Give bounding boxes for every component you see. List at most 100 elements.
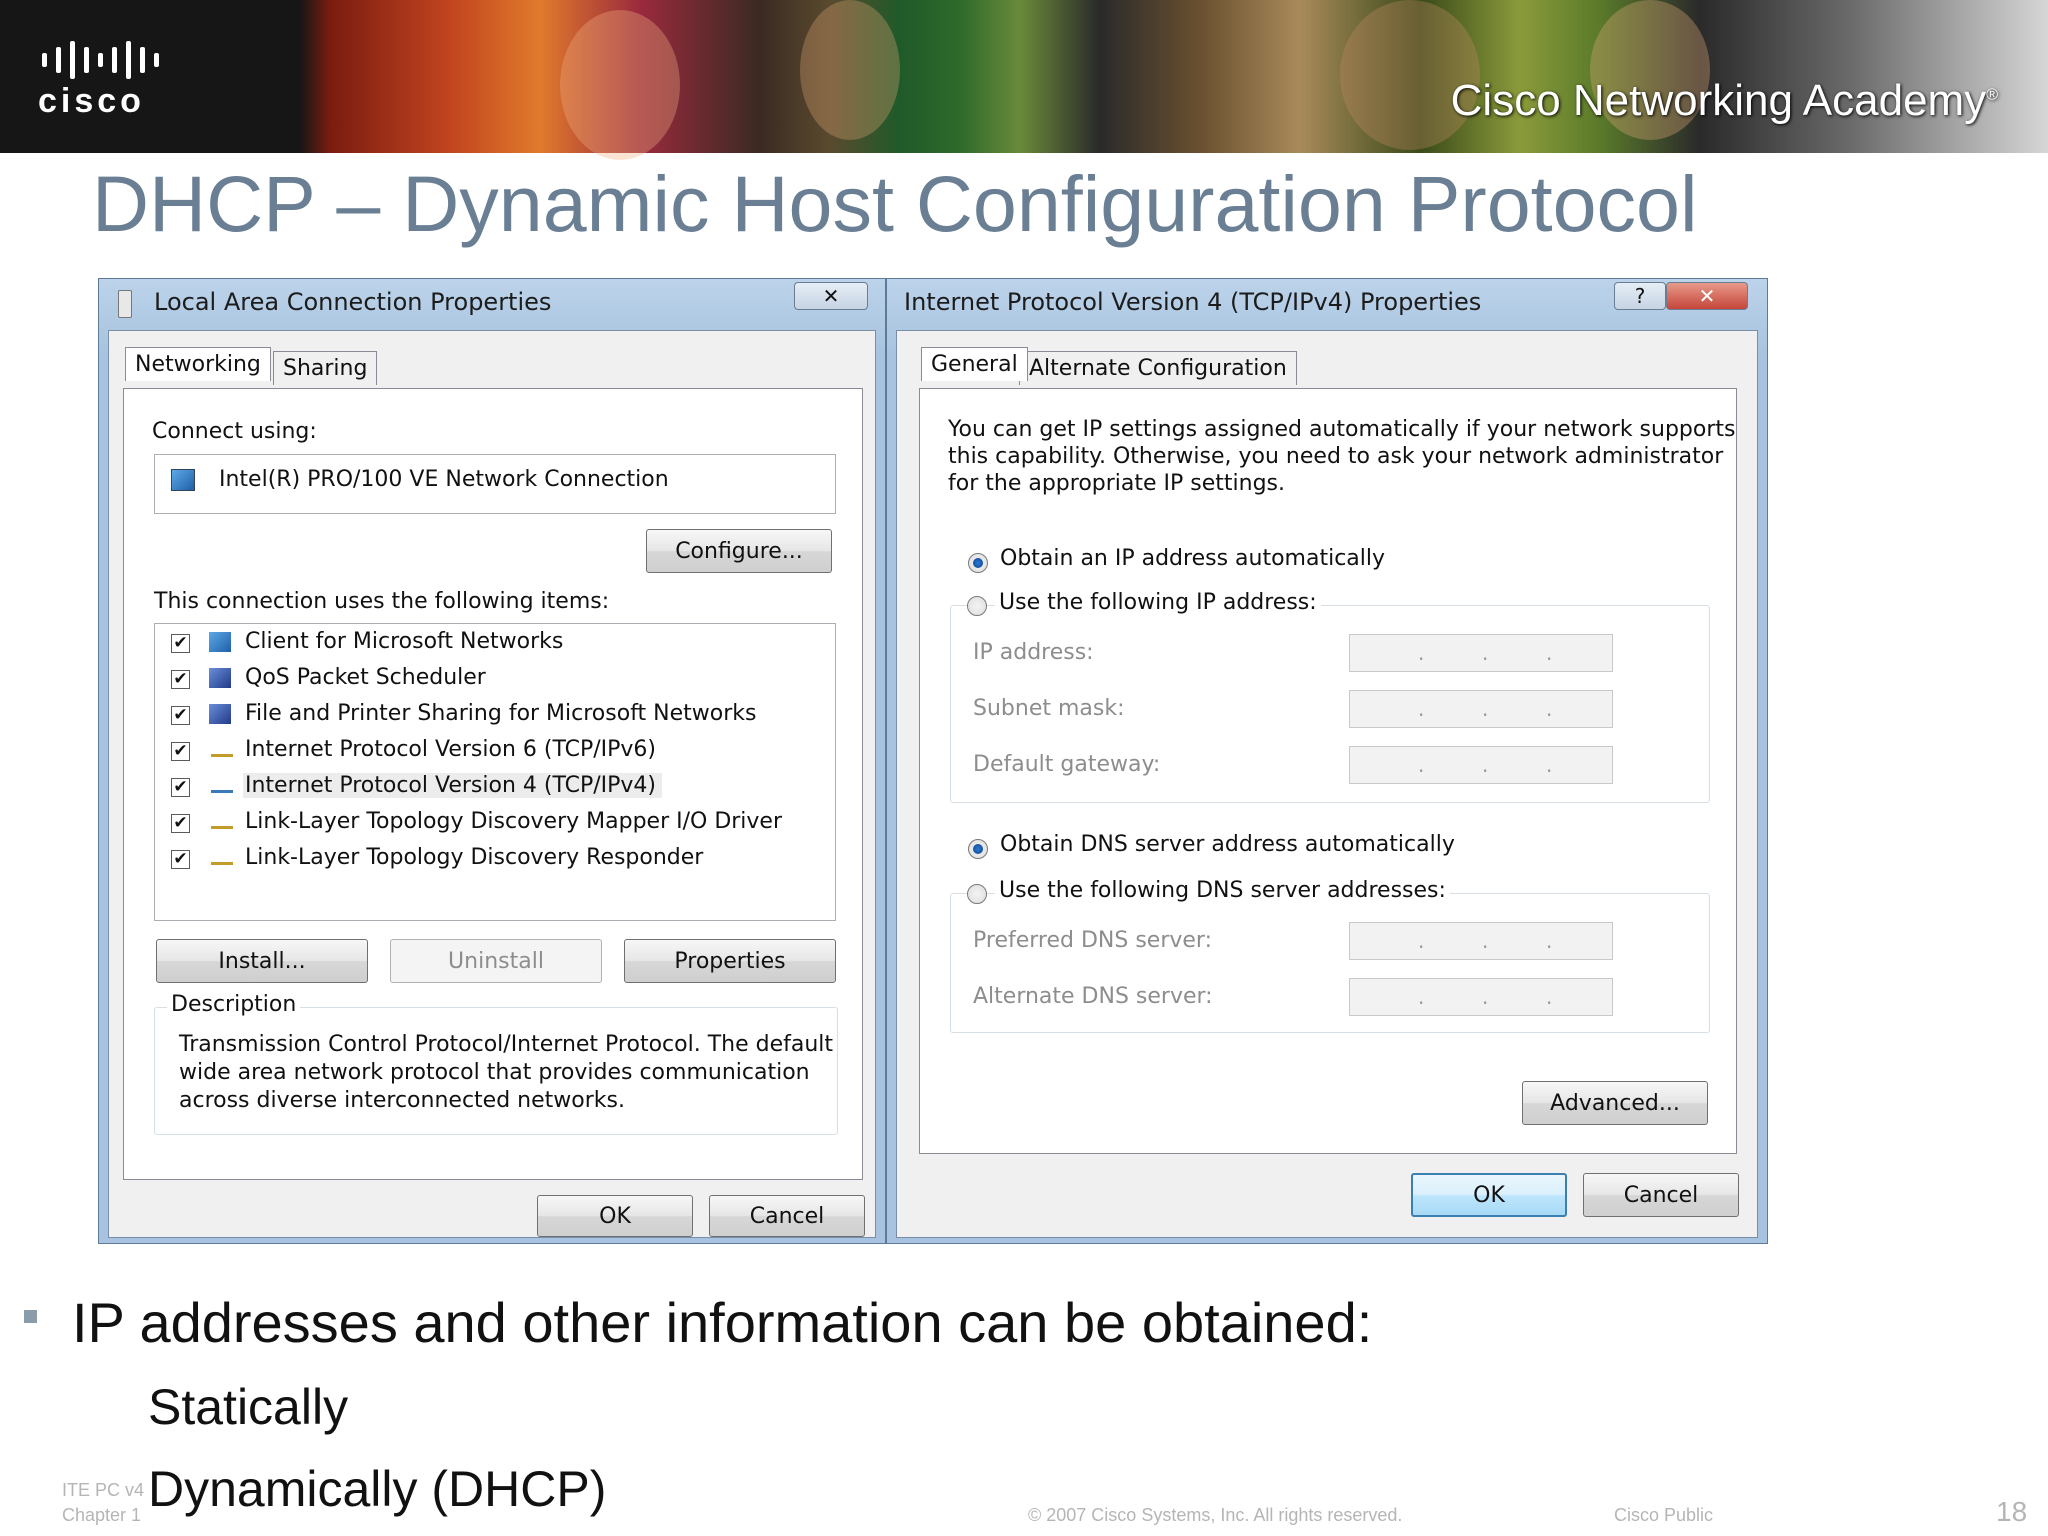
header-banner: cisco Cisco Networking Academy® [0, 0, 2048, 160]
connect-using-label: Connect using: [152, 419, 317, 444]
description-line: Transmission Control Protocol/Internet P… [179, 1032, 834, 1057]
description-label: Description [167, 992, 301, 1017]
obtain-ip-auto-label[interactable]: Obtain an IP address automatically [1000, 546, 1385, 571]
service-icon [209, 668, 231, 688]
item-checkbox[interactable]: ✔ [171, 742, 190, 761]
preferred-dns-label: Preferred DNS server: [973, 928, 1212, 953]
subnet-mask-field[interactable]: ... [1349, 690, 1613, 728]
service-icon [209, 704, 231, 724]
page-number: 18 [1996, 1496, 2028, 1527]
photo-face [560, 10, 680, 160]
uninstall-button[interactable]: Uninstall [390, 939, 602, 983]
list-item[interactable]: QoS Packet Scheduler [245, 665, 486, 690]
obtain-dns-auto-label[interactable]: Obtain DNS server address automatically [1000, 832, 1455, 857]
cancel-button[interactable]: Cancel [709, 1195, 865, 1237]
configure-button[interactable]: Configure... [646, 529, 832, 573]
item-checkbox[interactable]: ✔ [171, 706, 190, 725]
item-checkbox[interactable]: ✔ [171, 670, 190, 689]
ipv4-properties-dialog: Internet Protocol Version 4 (TCP/IPv4) P… [886, 278, 1768, 1244]
footer-copyright: © 2007 Cisco Systems, Inc. All rights re… [1028, 1505, 1403, 1525]
ok-button[interactable]: OK [537, 1195, 693, 1237]
tab-networking[interactable]: Networking [125, 347, 271, 381]
alternate-dns-field[interactable]: ... [1349, 978, 1613, 1016]
list-item[interactable]: Internet Protocol Version 6 (TCP/IPv6) [245, 737, 656, 762]
properties-button[interactable]: Properties [624, 939, 836, 983]
tab-general[interactable]: General [921, 347, 1028, 381]
close-button[interactable]: ✕ [794, 282, 868, 310]
general-panel: You can get IP settings assigned automat… [919, 388, 1737, 1154]
use-following-dns-label[interactable]: Use the following DNS server addresses: [995, 878, 1450, 903]
description-line: across diverse interconnected networks. [179, 1088, 625, 1113]
bullet-square-icon [24, 1310, 37, 1323]
list-item[interactable]: Link-Layer Topology Discovery Mapper I/O… [245, 809, 782, 834]
networking-panel: Connect using: Intel(R) PRO/100 VE Netwo… [123, 388, 863, 1180]
use-following-ip-label[interactable]: Use the following IP address: [995, 590, 1321, 615]
intro-line: this capability. Otherwise, you need to … [948, 444, 1724, 469]
sub-bullet-text: Statically [148, 1379, 349, 1435]
item-checkbox[interactable]: ✔ [171, 850, 190, 869]
adapter-field: Intel(R) PRO/100 VE Network Connection [154, 454, 836, 514]
photo-face [800, 0, 900, 140]
tab-sharing[interactable]: Sharing [273, 351, 378, 385]
advanced-button[interactable]: Advanced... [1522, 1081, 1708, 1125]
alternate-dns-label: Alternate DNS server: [973, 984, 1213, 1009]
static-ip-group: Use the following IP address: IP address… [950, 590, 1710, 803]
adapter-name: Intel(R) PRO/100 VE Network Connection [219, 467, 669, 492]
list-item[interactable]: Link-Layer Topology Discovery Responder [245, 845, 703, 870]
close-icon: ✕ [1698, 284, 1716, 308]
tab-alternate-configuration[interactable]: Alternate Configuration [1019, 351, 1297, 385]
protocol-icon [211, 820, 233, 829]
list-item[interactable]: File and Printer Sharing for Microsoft N… [245, 701, 757, 726]
protocol-icon [211, 784, 233, 793]
cisco-logo: cisco [38, 40, 188, 120]
list-item[interactable]: Client for Microsoft Networks [245, 629, 563, 654]
close-button[interactable]: ✕ [1666, 282, 1748, 310]
bullet-text: IP addresses and other information can b… [72, 1291, 1373, 1354]
help-icon: ? [1634, 284, 1646, 308]
dialog-client: Networking Sharing Connect using: Intel(… [108, 330, 876, 1238]
network-adapter-icon [171, 469, 195, 491]
ip-address-label: IP address: [973, 640, 1094, 665]
footer-chapter: Chapter 1 [62, 1505, 142, 1525]
list-item-selected[interactable]: Internet Protocol Version 4 (TCP/IPv4) [243, 773, 663, 798]
titlebar: Local Area Connection Properties ✕ [98, 278, 886, 328]
intro-line: for the appropriate IP settings. [948, 471, 1286, 496]
lan-properties-dialog: Local Area Connection Properties ✕ Netwo… [98, 278, 886, 1244]
use-following-ip-radio[interactable] [967, 596, 987, 616]
slide-title: DHCP – Dynamic Host Configuration Protoc… [92, 159, 1698, 248]
ip-address-field[interactable]: ... [1349, 634, 1613, 672]
item-checkbox[interactable]: ✔ [171, 778, 190, 797]
items-list[interactable]: ✔ Client for Microsoft Networks ✔ QoS Pa… [154, 623, 836, 921]
cisco-bars-icon [42, 40, 188, 80]
photo-face [1340, 0, 1480, 150]
item-checkbox[interactable]: ✔ [171, 634, 190, 653]
help-button[interactable]: ? [1614, 282, 1666, 310]
academy-brand: Cisco Networking Academy® [1450, 76, 1998, 125]
obtain-dns-auto-radio[interactable] [968, 839, 988, 859]
protocol-icon [211, 856, 233, 865]
use-following-dns-radio[interactable] [967, 884, 987, 904]
dialog-title: Local Area Connection Properties [154, 288, 552, 316]
dialog-client: General Alternate Configuration You can … [896, 330, 1758, 1238]
dialog-title: Internet Protocol Version 4 (TCP/IPv4) P… [904, 288, 1482, 316]
description-group: Description Transmission Control Protoco… [154, 992, 838, 1135]
footer-course: ITE PC v4 [62, 1480, 145, 1500]
intro-line: You can get IP settings assigned automat… [948, 417, 1736, 442]
sub-bullet-text: Dynamically (DHCP) [148, 1461, 607, 1517]
protocol-icon [211, 748, 233, 757]
subnet-mask-label: Subnet mask: [973, 696, 1125, 721]
obtain-ip-auto-radio[interactable] [968, 553, 988, 573]
ok-button[interactable]: OK [1411, 1173, 1567, 1217]
close-icon: ✕ [822, 284, 840, 308]
item-checkbox[interactable]: ✔ [171, 814, 190, 833]
description-line: wide area network protocol that provides… [179, 1060, 810, 1085]
items-label: This connection uses the following items… [154, 589, 610, 614]
cancel-button[interactable]: Cancel [1583, 1173, 1739, 1217]
default-gateway-field[interactable]: ... [1349, 746, 1613, 784]
preferred-dns-field[interactable]: ... [1349, 922, 1613, 960]
install-button[interactable]: Install... [156, 939, 368, 983]
network-client-icon [209, 632, 231, 652]
footer-classification: Cisco Public [1614, 1505, 1714, 1525]
static-dns-group: Use the following DNS server addresses: … [950, 878, 1710, 1033]
default-gateway-label: Default gateway: [973, 752, 1161, 777]
